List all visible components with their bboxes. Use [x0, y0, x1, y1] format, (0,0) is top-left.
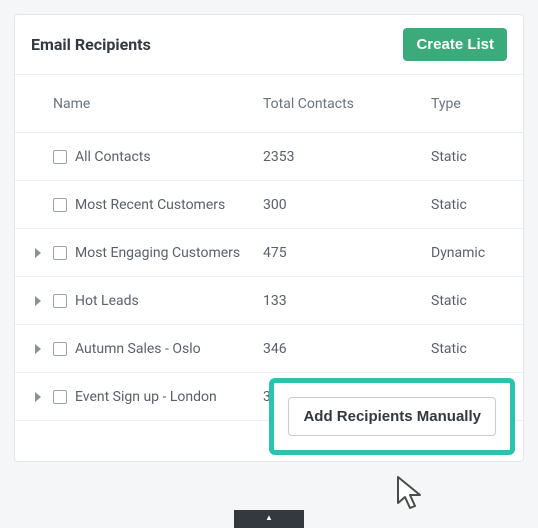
- table-header-row: Name Total Contacts Type: [15, 75, 523, 133]
- expand-toggle[interactable]: [31, 392, 45, 402]
- table-row: Hot Leads 133 Static: [15, 277, 523, 325]
- row-checkbox[interactable]: [53, 342, 67, 356]
- create-list-button[interactable]: Create List: [403, 28, 507, 61]
- row-contacts: 300: [263, 197, 431, 213]
- column-header-type: Type: [431, 96, 507, 112]
- row-name: Most Engaging Customers: [75, 245, 240, 261]
- chevron-right-icon: [35, 296, 41, 306]
- panel-footer: Add Recipients Manually: [15, 421, 523, 461]
- row-contacts: 2353: [263, 149, 431, 165]
- row-type: Static: [431, 149, 507, 165]
- row-type: Static: [431, 341, 507, 357]
- row-type: Static: [431, 197, 507, 213]
- chevron-right-icon: [35, 392, 41, 402]
- highlight-frame: Add Recipients Manually: [269, 378, 515, 455]
- table-row: Most Recent Customers 300 Static: [15, 181, 523, 229]
- panel-title: Email Recipients: [31, 35, 151, 54]
- column-header-contacts: Total Contacts: [263, 96, 431, 112]
- panel-header: Email Recipients Create List: [15, 15, 523, 75]
- row-name: Autumn Sales - Oslo: [75, 341, 201, 357]
- row-checkbox[interactable]: [53, 150, 67, 164]
- chevron-right-icon: [35, 344, 41, 354]
- expand-toggle[interactable]: [31, 344, 45, 354]
- cursor-icon: [395, 475, 427, 513]
- row-type: Static: [431, 293, 507, 309]
- add-recipients-manually-button[interactable]: Add Recipients Manually: [288, 397, 496, 436]
- row-contacts: 475: [263, 245, 431, 261]
- drawer-handle[interactable]: [234, 510, 304, 528]
- row-name: Most Recent Customers: [75, 197, 225, 213]
- row-contacts: 346: [263, 341, 431, 357]
- row-checkbox[interactable]: [53, 198, 67, 212]
- row-type: Dynamic: [431, 245, 507, 261]
- table-row: All Contacts 2353 Static: [15, 133, 523, 181]
- column-header-name: Name: [31, 96, 263, 112]
- recipients-table: Name Total Contacts Type All Contacts 23…: [15, 75, 523, 461]
- table-row: Most Engaging Customers 475 Dynamic: [15, 229, 523, 277]
- table-row: Autumn Sales - Oslo 346 Static: [15, 325, 523, 373]
- row-name: All Contacts: [75, 149, 151, 165]
- email-recipients-panel: Email Recipients Create List Name Total …: [14, 14, 524, 462]
- row-checkbox[interactable]: [53, 294, 67, 308]
- row-name: Hot Leads: [75, 293, 139, 309]
- expand-toggle[interactable]: [31, 248, 45, 258]
- expand-toggle[interactable]: [31, 296, 45, 306]
- row-name: Event Sign up - London: [75, 389, 217, 405]
- row-contacts: 133: [263, 293, 431, 309]
- row-checkbox[interactable]: [53, 246, 67, 260]
- row-checkbox[interactable]: [53, 390, 67, 404]
- chevron-right-icon: [35, 248, 41, 258]
